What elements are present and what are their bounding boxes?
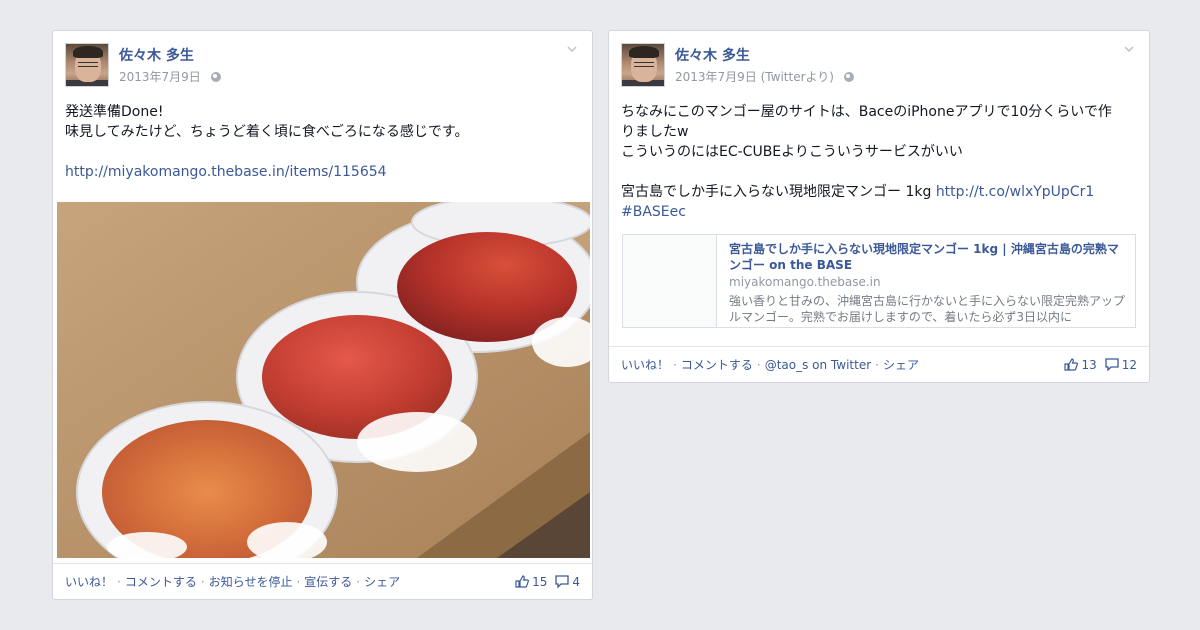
post-action-bar: いいね！ · コメントする · お知らせを停止 · 宣伝する · シェア 15 …	[53, 563, 592, 599]
post-action-bar: いいね！ · コメントする · @tao_s on Twitter · シェア …	[609, 346, 1149, 382]
thumbs-up-icon	[1064, 358, 1079, 371]
chevron-down-icon[interactable]	[1123, 43, 1135, 55]
separator: ·	[296, 574, 301, 589]
post-line: こういうのにはEC-CUBEよりこういうサービスがいい	[621, 144, 963, 160]
share-link[interactable]: シェア	[883, 356, 919, 373]
post-card: 佐々木 多生 2013年7月9日 発送準備Done! 味見してみたけど、ちょうど…	[52, 30, 593, 600]
promote-link[interactable]: 宣伝する	[304, 573, 352, 590]
separator: ·	[673, 357, 677, 372]
post-card: 佐々木 多生 2013年7月9日 (Twitterより) ちなみにこのマンゴー屋…	[608, 30, 1150, 383]
hashtag-link[interactable]: #BASEec	[621, 204, 686, 220]
chevron-down-icon[interactable]	[566, 43, 578, 55]
twitter-source-link[interactable]: @tao_s on Twitter	[765, 358, 871, 372]
preview-domain: miyakomango.thebase.in	[729, 275, 881, 289]
link-preview[interactable]: 宮古島でしか手に入らない現地限定マンゴー 1kg | 沖縄宮古島の完熟マンゴー …	[622, 234, 1136, 328]
separator: ·	[356, 574, 361, 589]
post-line: りましたw	[621, 124, 689, 140]
comment-link[interactable]: コメントする	[125, 573, 197, 590]
avatar[interactable]	[65, 43, 109, 87]
author-name[interactable]: 佐々木 多生	[675, 45, 750, 65]
post-line	[65, 142, 580, 162]
globe-icon[interactable]	[210, 71, 221, 82]
preview-description: 強い香りと甘みの、沖縄宮古島に行かないと手に入らない限定完熟アップルマンゴー。完…	[729, 294, 1126, 324]
separator: ·	[756, 357, 761, 372]
author-name[interactable]: 佐々木 多生	[119, 45, 194, 65]
post-line: 宮古島でしか手に入らない現地限定マンゴー 1kg	[621, 184, 936, 200]
globe-icon[interactable]	[843, 71, 854, 82]
comment-count[interactable]: 4	[555, 575, 580, 589]
tweet-link[interactable]: http://t.co/wlxYpUpCr1	[936, 184, 1094, 200]
like-link[interactable]: いいね！	[621, 356, 669, 373]
post-line: 発送準備Done!	[65, 104, 164, 120]
separator: ·	[117, 574, 121, 589]
like-link[interactable]: いいね！	[65, 573, 113, 590]
post-line	[621, 162, 1137, 182]
post-line: ちなみにこのマンゴー屋のサイトは、BaceのiPhoneアプリで10分くらいで作	[621, 104, 1112, 120]
post-text: ちなみにこのマンゴー屋のサイトは、BaceのiPhoneアプリで10分くらいで作…	[621, 102, 1137, 222]
preview-title[interactable]: 宮古島でしか手に入らない現地限定マンゴー 1kg | 沖縄宮古島の完熟マンゴー …	[729, 241, 1125, 273]
unfollow-link[interactable]: お知らせを停止	[209, 573, 293, 590]
separator: ·	[200, 574, 205, 589]
mango-photo[interactable]	[57, 202, 590, 558]
comment-link[interactable]: コメントする	[681, 356, 753, 373]
comment-bubble-icon	[555, 575, 570, 588]
item-link[interactable]: http://miyakomango.thebase.in/items/1156…	[65, 164, 387, 180]
post-line: 味見してみたけど、ちょうど着く頃に食べごろになる感じです。	[65, 124, 469, 140]
separator: ·	[875, 357, 879, 372]
comment-count[interactable]: 12	[1105, 358, 1137, 372]
comment-bubble-icon	[1105, 358, 1119, 371]
post-text: 発送準備Done! 味見してみたけど、ちょうど着く頃に食べごろになる感じです。 …	[65, 102, 580, 182]
share-link[interactable]: シェア	[364, 573, 400, 590]
preview-thumbnail[interactable]	[623, 235, 717, 327]
like-count[interactable]: 15	[515, 575, 547, 589]
post-timestamp[interactable]: 2013年7月9日 (Twitterより)	[675, 68, 834, 85]
thumbs-up-icon	[515, 575, 530, 588]
post-timestamp[interactable]: 2013年7月9日	[119, 68, 201, 85]
like-count[interactable]: 13	[1064, 358, 1097, 372]
avatar[interactable]	[621, 43, 665, 87]
